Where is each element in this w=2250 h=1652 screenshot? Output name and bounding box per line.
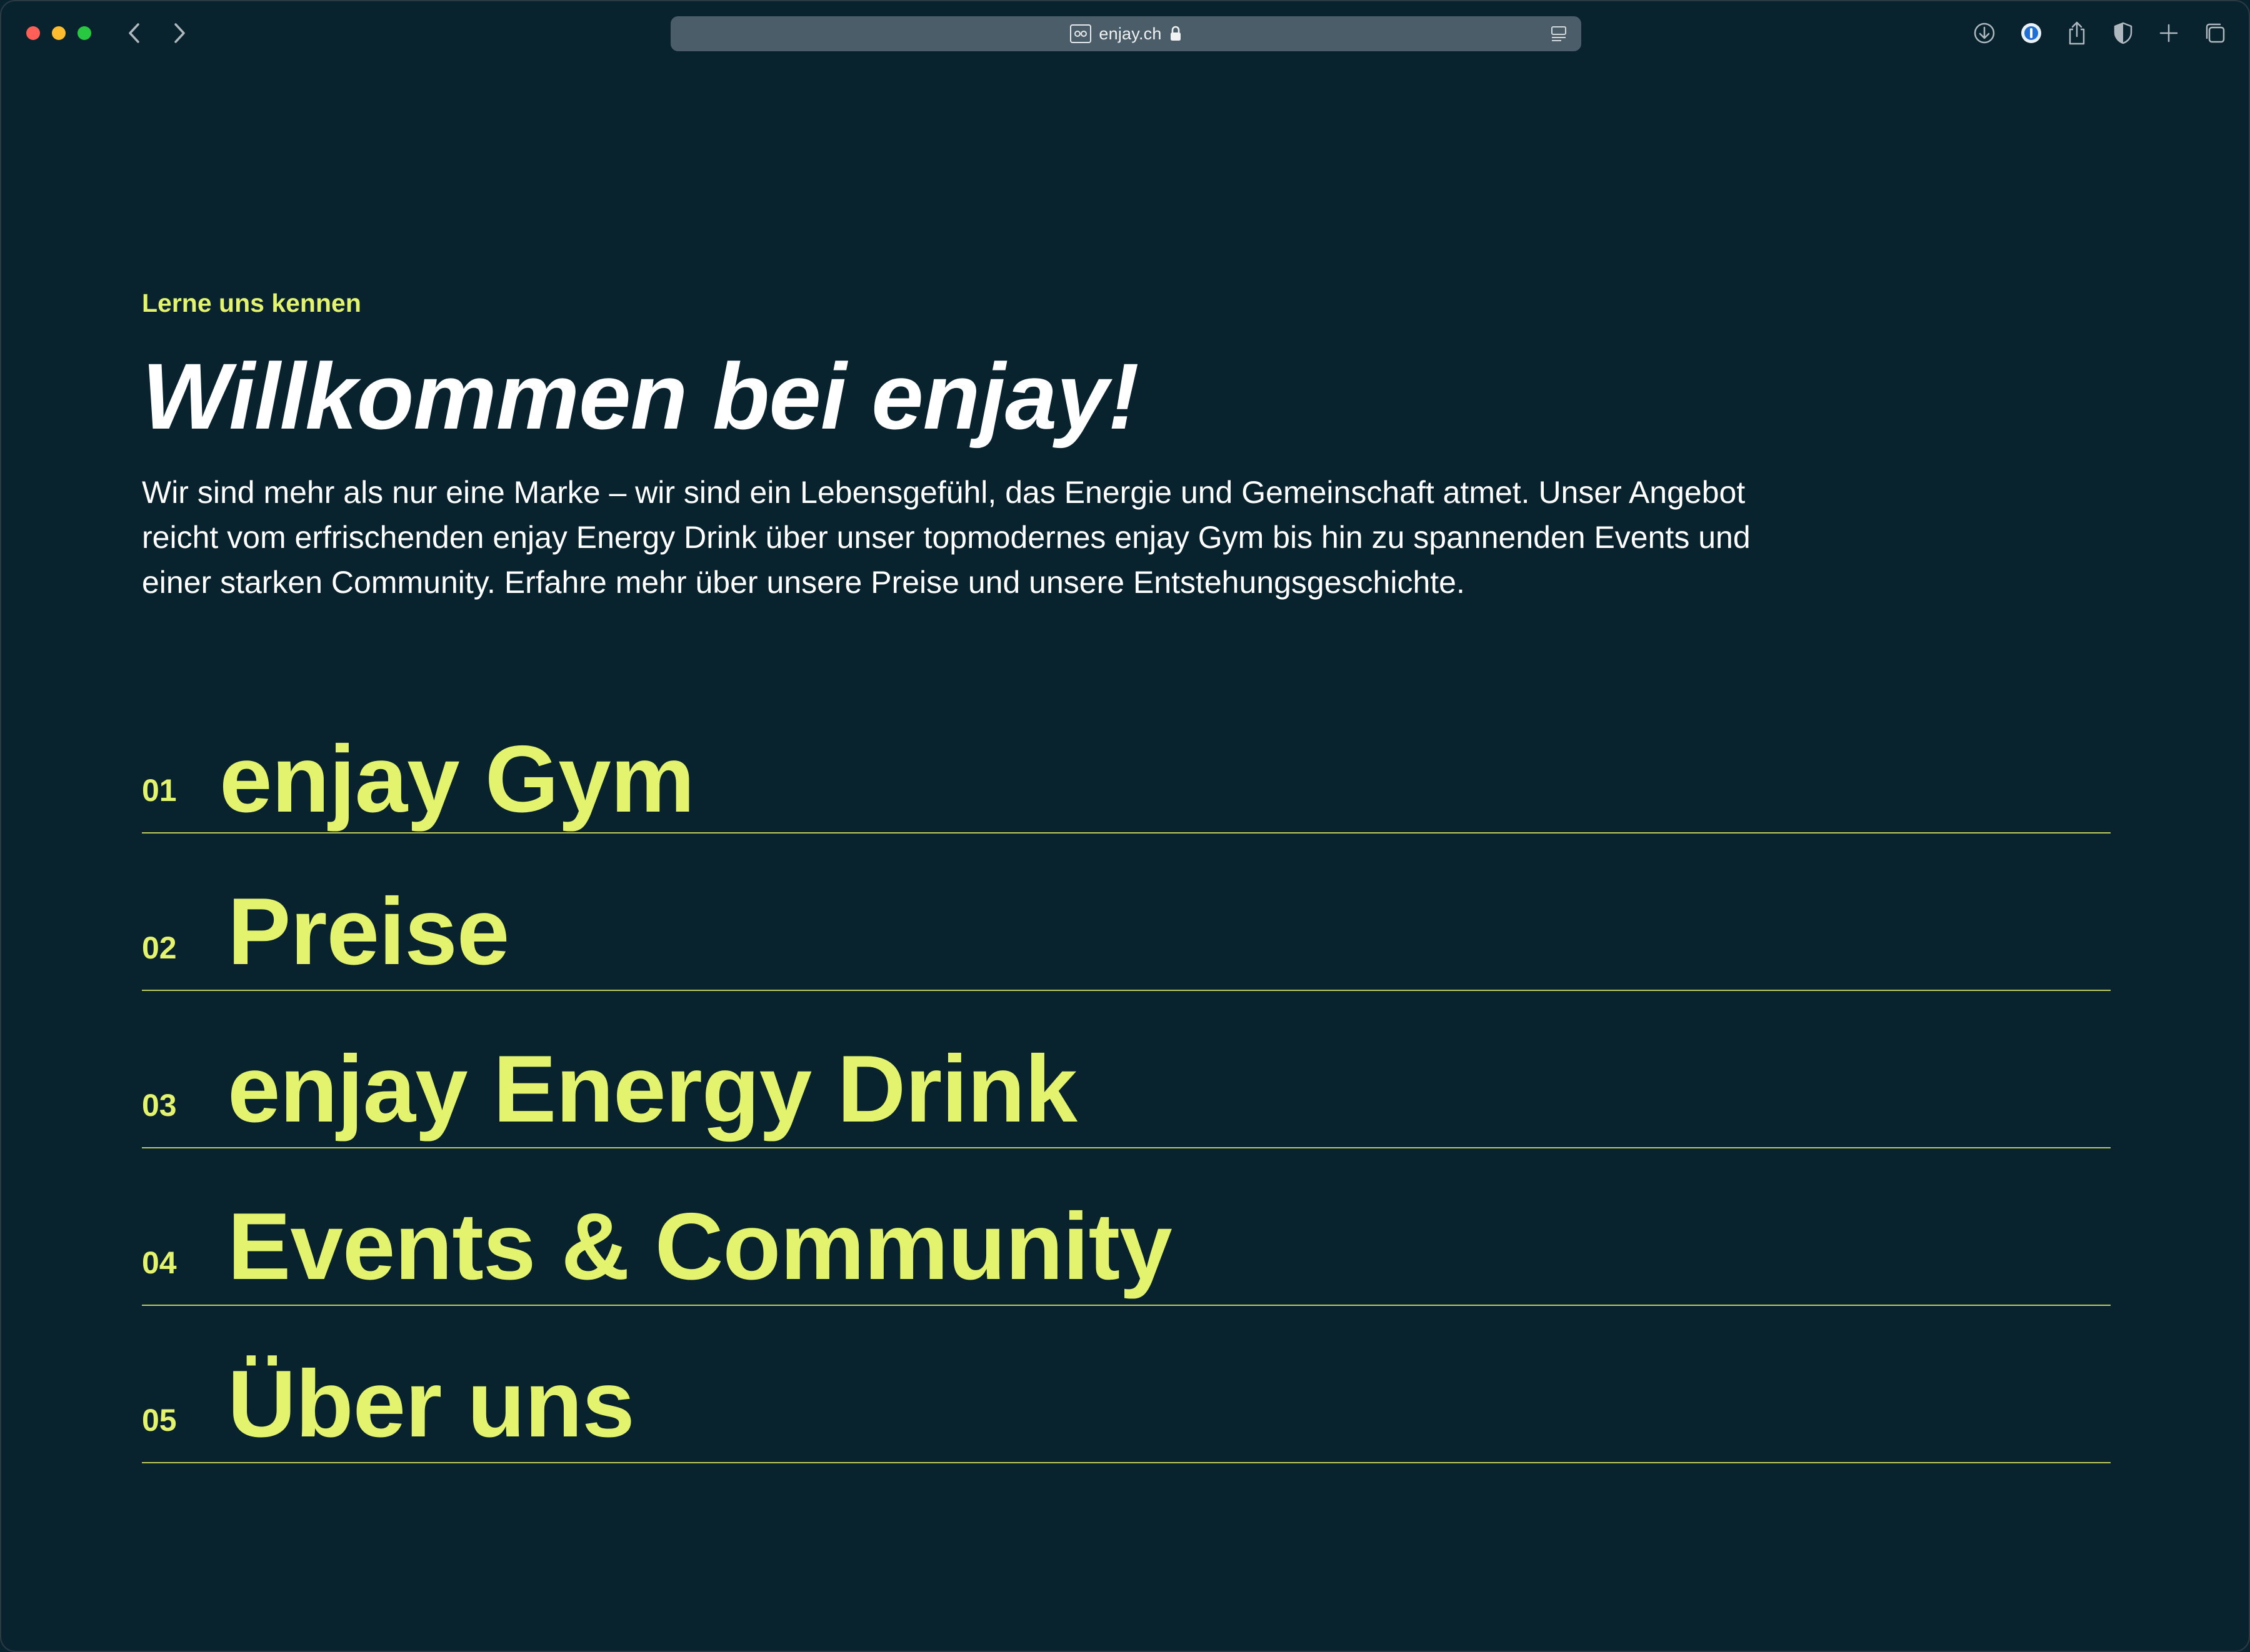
menu-item-number: 03 [142, 1088, 177, 1123]
chevron-right-icon [174, 23, 185, 43]
close-window-button[interactable] [26, 26, 40, 40]
menu-item-number: 05 [142, 1403, 177, 1438]
tab-overview-button[interactable] [2199, 17, 2231, 49]
shield-icon [2114, 22, 2132, 44]
url-text: enjay.ch [1099, 24, 1162, 43]
downloads-button[interactable] [1969, 17, 2000, 49]
menu-item-label[interactable]: Events & Community [228, 1192, 1172, 1301]
menu-item-preise[interactable]: 02 Preise [142, 833, 2111, 991]
section-eyebrow: Lerne uns kennen [142, 289, 361, 317]
menu-item-label[interactable]: enjay Energy Drink [228, 1035, 1078, 1144]
password-manager-button[interactable] [2016, 17, 2047, 49]
menu-item-energy-drink[interactable]: 03 enjay Energy Drink [142, 991, 2111, 1148]
browser-toolbar: enjay.ch [1, 1, 2249, 64]
minimize-window-button[interactable] [52, 26, 66, 40]
share-button[interactable] [2061, 17, 2092, 49]
intro-paragraph: Wir sind mehr als nur eine Marke – wir s… [142, 475, 1751, 600]
forward-button[interactable] [164, 17, 195, 49]
menu-item-ueber-uns[interactable]: 05 Über uns [142, 1306, 2111, 1463]
menu-item-events-community[interactable]: 04 Events & Community [142, 1148, 2111, 1306]
zoom-window-button[interactable] [78, 26, 91, 40]
menu-item-number: 04 [142, 1245, 177, 1280]
address-bar[interactable]: enjay.ch [671, 16, 1581, 51]
section-menu: 01 enjay Gym 02 Preise 03 enjay Energy D… [142, 676, 2111, 1463]
lock-icon [1170, 26, 1181, 41]
menu-item-label[interactable]: Preise [228, 877, 509, 987]
menu-item-number: 02 [142, 930, 177, 965]
new-tab-button[interactable] [2153, 17, 2184, 49]
menu-item-enjay-gym[interactable]: 01 enjay Gym [142, 676, 2111, 833]
site-identity-icon [1070, 24, 1092, 43]
menu-item-label[interactable]: enjay Gym [219, 725, 695, 834]
back-button[interactable] [119, 17, 150, 49]
download-icon [1974, 22, 1995, 44]
browser-window: enjay.ch Lerne uns kennen Willkommen bei… [0, 0, 2250, 1652]
tab-overview-icon [2206, 23, 2225, 43]
privacy-report-button[interactable] [2108, 17, 2139, 49]
menu-item-label[interactable]: Über uns [228, 1350, 635, 1459]
plus-icon [2159, 24, 2178, 42]
password-manager-icon [2021, 23, 2041, 43]
share-icon [2069, 21, 2085, 45]
page-title: Willkommen bei enjay! [142, 344, 1139, 449]
chevron-left-icon [129, 23, 139, 43]
reader-mode-icon[interactable] [1550, 25, 1568, 42]
menu-item-number: 01 [142, 773, 177, 808]
